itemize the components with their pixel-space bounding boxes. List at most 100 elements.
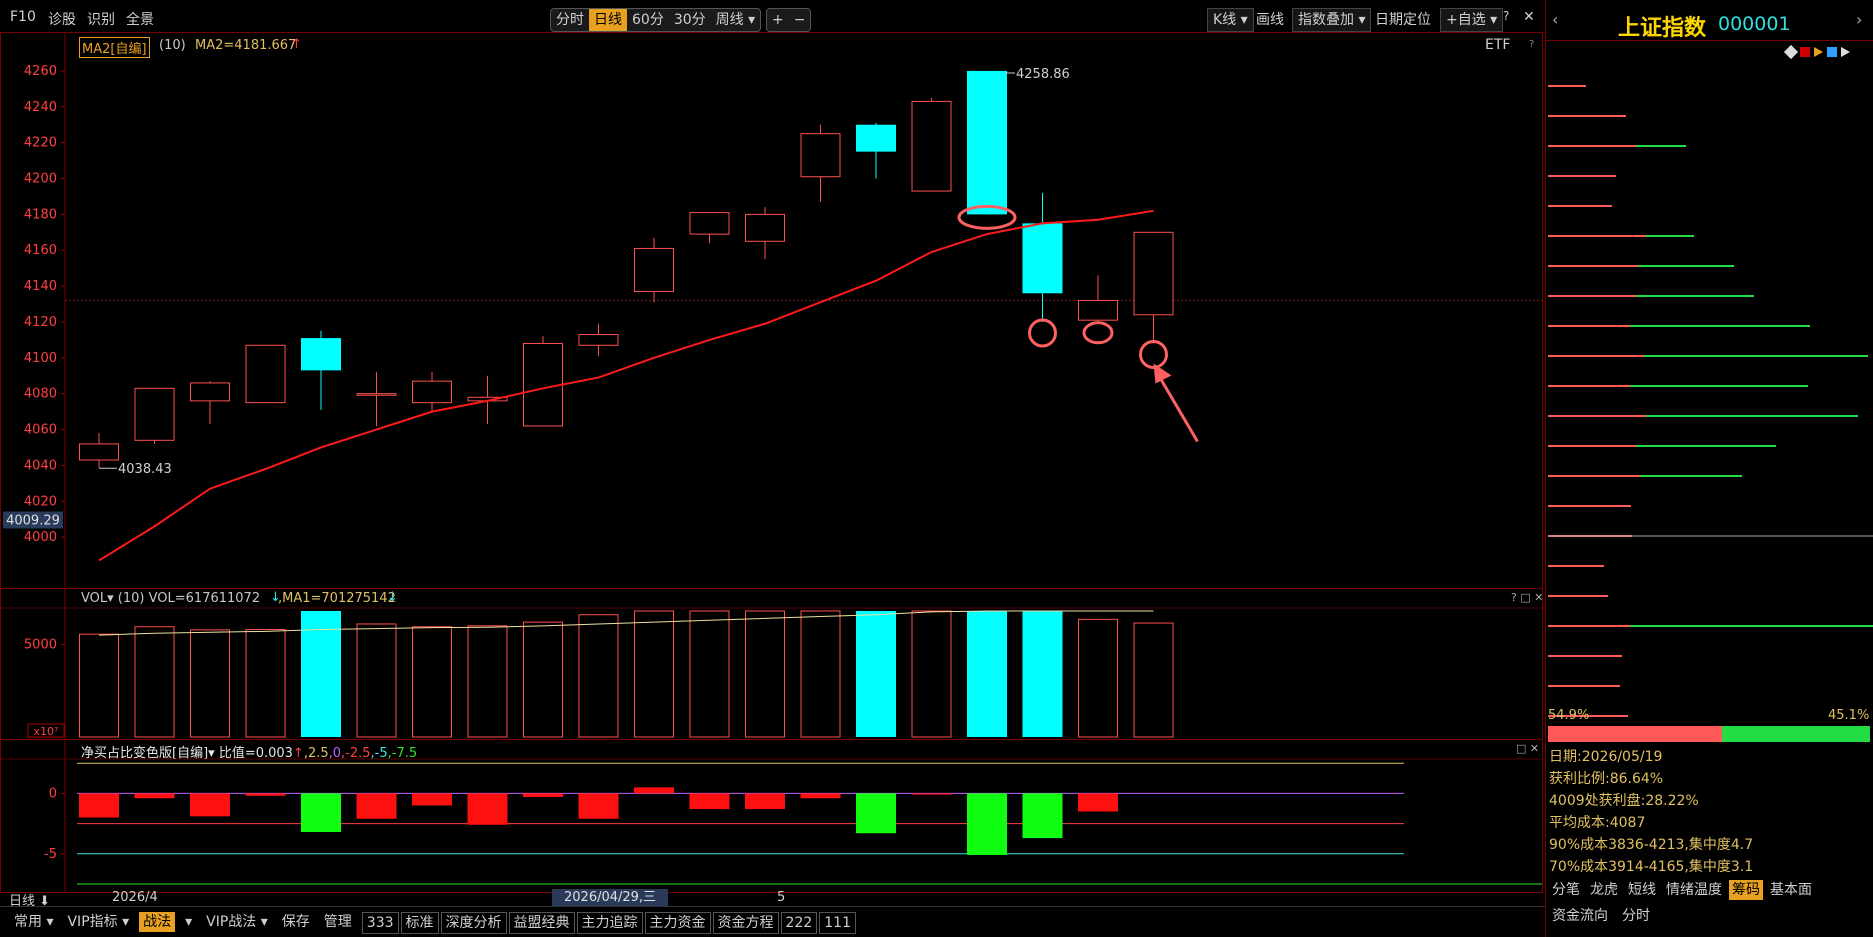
- volume-bar: [967, 611, 1007, 737]
- tab-60min[interactable]: 60分: [627, 9, 669, 31]
- indicator-bar: [523, 793, 563, 798]
- rpanel-tab2-0[interactable]: 资金流向: [1549, 906, 1611, 926]
- chip-info-line: 获利比例:86.64%: [1549, 771, 1664, 787]
- rpanel-tab-4[interactable]: 筹码: [1729, 880, 1763, 900]
- diagnose-button[interactable]: 诊股: [48, 9, 76, 29]
- profit-bar: [1548, 726, 1722, 742]
- candle-body: [134, 387, 175, 441]
- volume-chart-panel[interactable]: VOL▾ (10) VOL=617611072 ↓ ,MA1=701275142…: [0, 588, 1543, 740]
- candle-body: [578, 334, 619, 346]
- red-chip-icon[interactable]: [1800, 47, 1810, 57]
- indicator-bar: [190, 793, 230, 817]
- rpanel-tab-2[interactable]: 短线: [1625, 880, 1659, 900]
- f10-button[interactable]: F10: [10, 9, 36, 25]
- bottom-tab-12[interactable]: 主力资金: [644, 912, 711, 934]
- bottom-tab-13[interactable]: 资金方程: [712, 912, 779, 934]
- bottom-tab-2[interactable]: 战法: [139, 912, 176, 932]
- annotation-circle: [1139, 339, 1168, 369]
- volume-bar: [689, 610, 730, 738]
- zoom-in-button[interactable]: +: [767, 9, 789, 31]
- candle-body: [689, 212, 730, 235]
- indicator-bar: [1022, 793, 1063, 839]
- high-price-label: 4258.86: [1016, 67, 1070, 82]
- panorama-button[interactable]: 全景: [126, 9, 154, 29]
- tab-daily[interactable]: 日线: [589, 9, 627, 31]
- recognize-button[interactable]: 识别: [87, 9, 115, 29]
- candle-body: [1078, 299, 1118, 321]
- bottom-tab-10[interactable]: 益盟经典: [508, 912, 575, 934]
- date-tick-5: 5: [777, 890, 786, 905]
- bottom-tab-7[interactable]: 333: [361, 912, 399, 934]
- add-watchlist-dropdown[interactable]: +自选 ▾: [1440, 8, 1504, 32]
- next-arrow-icon[interactable]: ›: [1856, 10, 1862, 29]
- indicator-bar: [578, 793, 619, 819]
- volume-bar: [467, 625, 508, 738]
- price-tick-label: 4000: [24, 530, 57, 545]
- loss-pct: 45.1%: [1828, 708, 1870, 723]
- volume-plot: 5000 x10⁷: [1, 589, 1542, 739]
- bottom-tab-1[interactable]: VIP指标 ▾: [63, 912, 133, 932]
- close-icon[interactable]: ✕: [1523, 9, 1535, 25]
- candle-body: [356, 393, 397, 396]
- volume-bar: [1022, 611, 1063, 737]
- rpanel-tab-1[interactable]: 龙虎: [1587, 880, 1621, 900]
- indicator-bar: [967, 793, 1007, 855]
- kline-chart-panel[interactable]: MA2[自编] (10) MA2=4181.667 ↑ ETF ? 4260 42…: [0, 32, 1543, 589]
- bottom-tab-8[interactable]: 标准: [400, 912, 439, 934]
- price-tick-label: 4020: [24, 494, 57, 509]
- net-buy-indicator-panel[interactable]: 净买占比变色版[自编]▾ 比值=0.003↑,2.5,0,-2.5,-5,-7.…: [0, 739, 1543, 893]
- candle-body: [1133, 231, 1174, 316]
- price-tick-label: 4140: [24, 279, 57, 294]
- bottom-tab-5[interactable]: 保存: [278, 912, 314, 932]
- help-icon[interactable]: ?: [1503, 9, 1509, 23]
- rpanel-tab2-1[interactable]: 分时: [1619, 906, 1653, 926]
- price-tick-label: 4060: [24, 423, 57, 438]
- volume-bar: [578, 614, 619, 738]
- volume-bar: [79, 633, 119, 738]
- kline-dropdown[interactable]: K线 ▾: [1207, 8, 1254, 32]
- candle-body: [301, 338, 341, 371]
- bottom-tab-6[interactable]: 管理: [320, 912, 356, 932]
- volume-bar: [523, 621, 563, 738]
- volume-bar: [800, 610, 841, 738]
- prev-arrow-icon[interactable]: ‹: [1552, 10, 1558, 29]
- flag-icon[interactable]: [1814, 47, 1823, 57]
- tab-weekly[interactable]: 周线 ▾: [711, 9, 760, 31]
- rpanel-tab-5[interactable]: 基本面: [1767, 880, 1815, 900]
- candlestick-plot[interactable]: 4260 4240 4220 4200 4180 4160 4140 4120 4100 4080…: [1, 33, 1542, 588]
- date-locate-button[interactable]: 日期定位: [1375, 9, 1431, 29]
- bottom-toolbar: 常用 ▾ VIP指标 ▾ 战法 ▾ VIP战法 ▾ 保存 管理 333 标准 深度分析 益盟经典 主力…: [0, 906, 1545, 937]
- zoom-out-button[interactable]: −: [789, 9, 811, 31]
- draw-line-button[interactable]: 画线: [1256, 9, 1284, 29]
- rpanel-tab-0[interactable]: 分笔: [1549, 880, 1583, 900]
- bottom-tab-14[interactable]: 222: [780, 912, 818, 934]
- volume-bar: [134, 626, 175, 738]
- bottom-tab-0[interactable]: 常用 ▾: [10, 912, 57, 932]
- chip-info-line: 日期:2026/05/19: [1549, 749, 1663, 765]
- price-tick-label: 4080: [24, 387, 57, 402]
- profit-pct: 54.9%: [1548, 708, 1590, 723]
- bottom-tab-3[interactable]: ▾: [181, 912, 196, 932]
- bottom-tab-15[interactable]: 111: [819, 912, 856, 934]
- tab-intraday[interactable]: 分时: [551, 9, 589, 31]
- candle-body: [1022, 223, 1063, 294]
- low-price-label: 4038.43: [118, 462, 172, 477]
- price-tick-label: 4100: [24, 351, 57, 366]
- bottom-tab-9[interactable]: 深度分析: [440, 912, 507, 934]
- top-toolbar: F10 诊股 识别 全景 分时 日线 60分 30分 周线 ▾ + − K线 ▾ 画线 指…: [0, 0, 1545, 32]
- rpanel-tab-3[interactable]: 情绪温度: [1663, 880, 1725, 900]
- tab-30min[interactable]: 30分: [669, 9, 711, 31]
- index-overlay-dropdown[interactable]: 指数叠加 ▾: [1292, 8, 1372, 32]
- indicator-plot: 0 -5: [1, 740, 1542, 892]
- annotation-circle: [1082, 321, 1114, 345]
- blue-chip-icon[interactable]: [1827, 47, 1837, 57]
- price-tick-label: 4200: [24, 172, 57, 187]
- indicator-bar: [745, 793, 785, 810]
- indicator-bar: [634, 787, 674, 794]
- candle-body: [911, 100, 952, 192]
- bottom-tab-11[interactable]: 主力追踪: [576, 912, 643, 934]
- bottom-tab-4[interactable]: VIP战法 ▾: [202, 912, 272, 932]
- pencil-icon[interactable]: [1783, 44, 1799, 60]
- play-icon[interactable]: [1841, 47, 1850, 57]
- volume-bar: [1078, 618, 1118, 738]
